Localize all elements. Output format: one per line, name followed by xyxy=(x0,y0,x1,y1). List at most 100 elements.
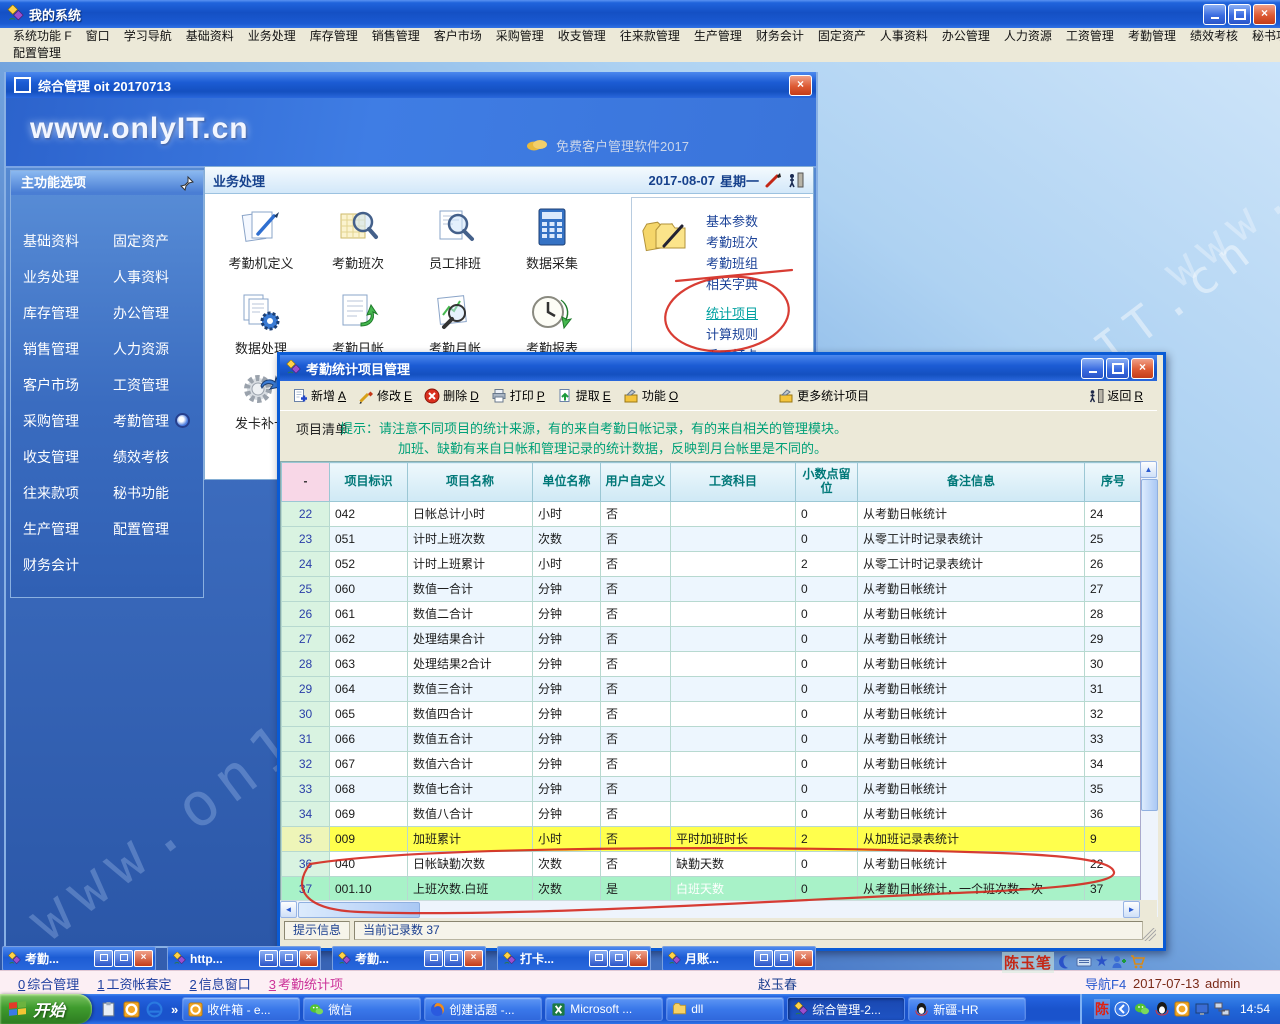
chevron-icon[interactable] xyxy=(1114,1001,1130,1017)
cell-34-7[interactable]: 从考勤日帐统计 xyxy=(858,802,1085,827)
taskbar-button-5[interactable]: 综合管理-2... xyxy=(787,997,905,1021)
cell-34-2[interactable]: 数值八合计 xyxy=(408,802,533,827)
sidebar-item-right-6[interactable]: 绩效考核 xyxy=(113,439,190,475)
toolbar-button-4[interactable]: 提取E xyxy=(551,385,617,406)
cell-27-2[interactable]: 处理结果合计 xyxy=(408,627,533,652)
cell-35-1[interactable]: 009 xyxy=(330,827,408,852)
column-header-6[interactable]: 小数点留位 xyxy=(796,463,858,502)
cell-27-6[interactable]: 0 xyxy=(796,627,858,652)
table-row-26[interactable]: 26061数值二合计分钟否0从考勤日帐统计28 xyxy=(282,602,1142,627)
cell-24-2[interactable]: 计时上班累计 xyxy=(408,552,533,577)
cell-31-0[interactable]: 31 xyxy=(282,727,330,752)
cell-29-4[interactable]: 否 xyxy=(601,677,671,702)
taskbar-button-2[interactable]: 创建话题 -... xyxy=(424,997,542,1021)
workspace-icon-6[interactable]: 考勤月帐 xyxy=(409,291,501,357)
close-button[interactable]: × xyxy=(1253,4,1276,25)
cell-36-7[interactable]: 从考勤日帐统计 xyxy=(858,852,1085,877)
sidebar-item-left-1[interactable]: 业务处理 xyxy=(23,259,79,295)
cell-36-5[interactable]: 缺勤天数 xyxy=(671,852,796,877)
cell-24-1[interactable]: 052 xyxy=(330,552,408,577)
restore-button-min-0[interactable] xyxy=(94,950,113,967)
cell-27-0[interactable]: 27 xyxy=(282,627,330,652)
window-list-item-0[interactable]: 0综合管理 xyxy=(18,974,79,993)
cell-32-0[interactable]: 32 xyxy=(282,752,330,777)
cell-25-5[interactable] xyxy=(671,577,796,602)
cell-23-4[interactable]: 否 xyxy=(601,527,671,552)
toolbar-button-1[interactable]: 修改E xyxy=(352,385,418,406)
cell-32-6[interactable]: 0 xyxy=(796,752,858,777)
cell-36-8[interactable]: 22 xyxy=(1085,852,1142,877)
quick-link-2[interactable]: 考勤班组 xyxy=(706,254,758,274)
workspace-icon-5[interactable]: 考勤日帐 xyxy=(312,291,404,357)
restore-button-min-4[interactable] xyxy=(754,950,773,967)
maximize-button-min-2[interactable] xyxy=(444,950,463,967)
cell-26-2[interactable]: 数值二合计 xyxy=(408,602,533,627)
cell-36-4[interactable]: 否 xyxy=(601,852,671,877)
menu-item-0[interactable]: 系统功能 F xyxy=(6,28,79,45)
cell-25-0[interactable]: 25 xyxy=(282,577,330,602)
menu-item-6[interactable]: 销售管理 xyxy=(365,28,427,45)
close-button-min-3[interactable]: × xyxy=(629,950,648,967)
toolbar-button-3[interactable]: 打印P xyxy=(485,385,551,406)
menu-item-16[interactable]: 人力资源 xyxy=(997,28,1059,45)
cell-23-6[interactable]: 0 xyxy=(796,527,858,552)
cell-34-5[interactable] xyxy=(671,802,796,827)
cell-29-1[interactable]: 064 xyxy=(330,677,408,702)
cell-37-3[interactable]: 次数 xyxy=(533,877,601,902)
cell-26-3[interactable]: 分钟 xyxy=(533,602,601,627)
cell-29-2[interactable]: 数值三合计 xyxy=(408,677,533,702)
cell-27-5[interactable] xyxy=(671,627,796,652)
resize-grip[interactable] xyxy=(1143,928,1156,941)
cell-31-1[interactable]: 066 xyxy=(330,727,408,752)
cell-32-5[interactable] xyxy=(671,752,796,777)
cell-22-3[interactable]: 小时 xyxy=(533,502,601,527)
minimized-window-0[interactable]: 考勤...× xyxy=(2,946,156,971)
cell-30-7[interactable]: 从考勤日帐统计 xyxy=(858,702,1085,727)
menu-item-19[interactable]: 绩效考核 xyxy=(1183,28,1245,45)
cell-35-6[interactable]: 2 xyxy=(796,827,858,852)
cell-35-0[interactable]: 35 xyxy=(282,827,330,852)
scroll-up-button[interactable]: ▲ xyxy=(1140,461,1157,478)
restore-button-min-2[interactable] xyxy=(424,950,443,967)
cell-35-2[interactable]: 加班累计 xyxy=(408,827,533,852)
menu-item-15[interactable]: 办公管理 xyxy=(935,28,997,45)
cell-33-7[interactable]: 从考勤日帐统计 xyxy=(858,777,1085,802)
cell-32-4[interactable]: 否 xyxy=(601,752,671,777)
close-button-min-0[interactable]: × xyxy=(134,950,153,967)
taskbar-button-4[interactable]: dll xyxy=(666,997,784,1021)
menu-item-5[interactable]: 库存管理 xyxy=(303,28,365,45)
cell-36-2[interactable]: 日帐缺勤次数 xyxy=(408,852,533,877)
menu-item-13[interactable]: 固定资产 xyxy=(811,28,873,45)
table-row-37[interactable]: 37001.10上班次数.白班次数是白班天数0从考勤日帐统计，一个班次数一次37 xyxy=(282,877,1142,902)
cell-32-8[interactable]: 34 xyxy=(1085,752,1142,777)
column-header-2[interactable]: 项目名称 xyxy=(408,463,533,502)
cell-24-0[interactable]: 24 xyxy=(282,552,330,577)
workspace-icon-3[interactable]: 数据采集 xyxy=(506,206,598,272)
cell-24-5[interactable] xyxy=(671,552,796,577)
cell-23-7[interactable]: 从零工计时记录表统计 xyxy=(858,527,1085,552)
cell-22-7[interactable]: 从考勤日帐统计 xyxy=(858,502,1085,527)
column-header-3[interactable]: 单位名称 xyxy=(533,463,601,502)
cell-22-1[interactable]: 042 xyxy=(330,502,408,527)
cell-22-0[interactable]: 22 xyxy=(282,502,330,527)
quick-link-1[interactable]: 考勤班次 xyxy=(706,233,758,253)
taskbar-button-3[interactable]: Microsoft ... xyxy=(545,997,663,1021)
maximize-button-min-0[interactable] xyxy=(114,950,133,967)
outlook-icon[interactable] xyxy=(123,1001,140,1018)
cell-27-4[interactable]: 否 xyxy=(601,627,671,652)
dialog-close-button[interactable]: × xyxy=(1131,358,1154,379)
menu-item-10[interactable]: 往来款管理 xyxy=(613,28,687,45)
taskbar-button-1[interactable]: 微信 xyxy=(303,997,421,1021)
cell-24-8[interactable]: 26 xyxy=(1085,552,1142,577)
cell-37-6[interactable]: 0 xyxy=(796,877,858,902)
cell-37-4[interactable]: 是 xyxy=(601,877,671,902)
table-row-35[interactable]: 35009加班累计小时否平时加班时长2从加班记录表统计9 xyxy=(282,827,1142,852)
cell-35-5[interactable]: 平时加班时长 xyxy=(671,827,796,852)
cell-33-8[interactable]: 35 xyxy=(1085,777,1142,802)
sidebar-item-right-8[interactable]: 配置管理 xyxy=(113,511,190,547)
sidebar-item-right-4[interactable]: 工资管理 xyxy=(113,367,190,403)
cell-31-2[interactable]: 数值五合计 xyxy=(408,727,533,752)
workspace-icon-4[interactable]: 数据处理 xyxy=(215,291,307,357)
cell-25-6[interactable]: 0 xyxy=(796,577,858,602)
table-row-33[interactable]: 33068数值七合计分钟否0从考勤日帐统计35 xyxy=(282,777,1142,802)
